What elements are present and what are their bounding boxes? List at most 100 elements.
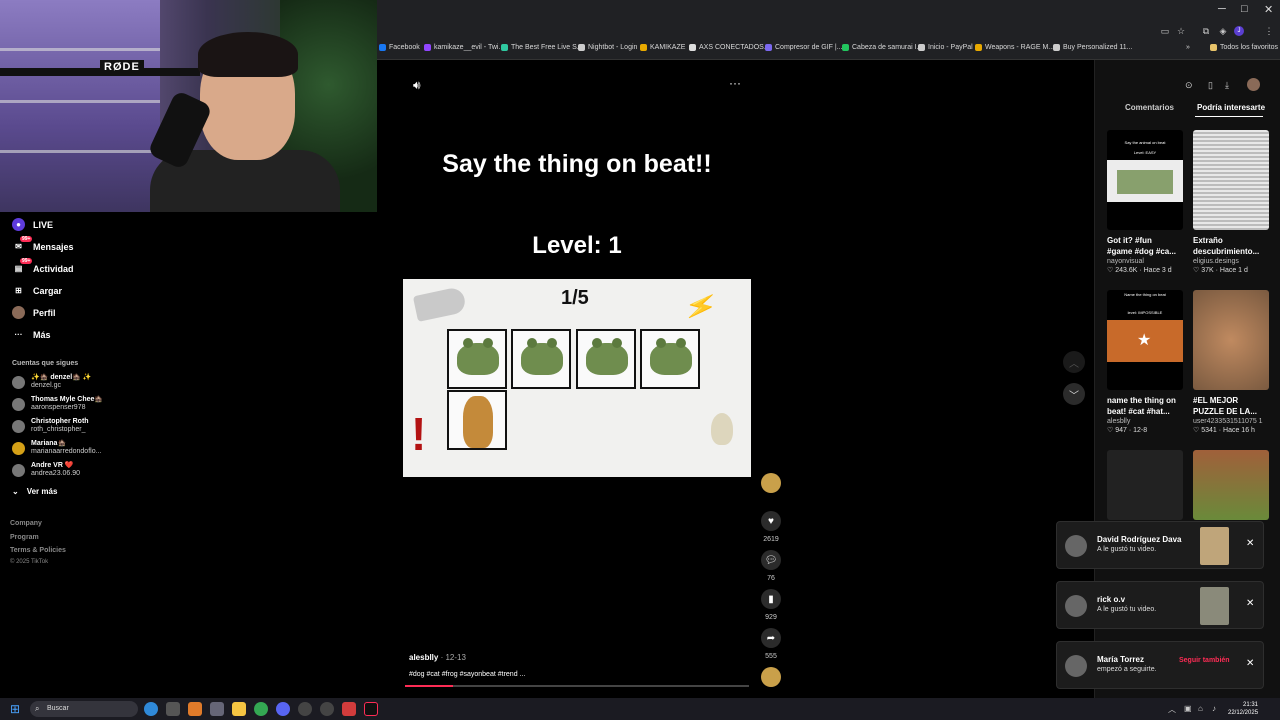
bookmark-item[interactable]: Buy Personalized 11... — [1053, 44, 1133, 51]
bookmark-star-icon[interactable]: ☆ — [1176, 26, 1186, 36]
bookmark-item[interactable]: Facebook — [379, 44, 420, 51]
follow-back-button[interactable]: Seguir también — [1179, 657, 1230, 664]
avatar[interactable] — [1247, 78, 1260, 91]
bookmark-item[interactable]: The Best Free Live S... — [501, 44, 583, 51]
tab-comments[interactable]: Comentarios — [1125, 103, 1174, 112]
more-bookmarks-icon[interactable]: » — [1186, 44, 1190, 51]
next-video-button[interactable]: ﹀ — [1063, 383, 1085, 405]
bookmark-item[interactable]: Weapons - RAGE M... — [975, 44, 1054, 51]
all-bookmarks-folder[interactable]: Todos los favoritos — [1210, 44, 1278, 51]
creator-avatar[interactable] — [761, 473, 781, 493]
recommended-video[interactable]: Say the animal on beat Level: EASY Got i… — [1107, 130, 1183, 274]
file-explorer-icon[interactable] — [232, 702, 246, 716]
device-icon[interactable]: ▯ — [1208, 80, 1213, 91]
windows-start-icon[interactable]: ⊞ — [10, 702, 20, 716]
app-icon[interactable] — [320, 702, 334, 716]
video-player[interactable]: 🔊︎ ··· Say the thing on beat!! Level: 1 … — [377, 60, 1094, 698]
footer-company[interactable]: Company — [10, 520, 42, 527]
previous-video-button[interactable]: ︿ — [1063, 351, 1085, 373]
like-button[interactable]: ♥ 2619 — [761, 511, 781, 543]
search-icon: ⌕ — [35, 704, 40, 713]
game-cell-frog — [447, 329, 507, 389]
taskbar-clock[interactable]: 21:31 22/12/2025 — [1228, 701, 1258, 717]
nav-profile[interactable]: Perfil — [12, 306, 56, 319]
left-sidebar: ● LIVE ✉ 99+ Mensajes ▤ 99+ Actividad ⊞ Ca… — [0, 212, 377, 698]
download-icon[interactable]: ⤓ — [1225, 80, 1229, 91]
windows-taskbar: ⊞ ⌕ Buscar ︿ ▣ ⌂ ♪ 21:31 22/12/2025 — [0, 698, 1280, 720]
maximize-button[interactable]: □ — [1241, 3, 1248, 15]
following-item[interactable]: ✨🏚️ denzel🏚️ ✨ denzel.gc — [12, 374, 92, 390]
close-icon[interactable]: ✕ — [1246, 598, 1254, 609]
vpn-icon[interactable]: ◈ — [1218, 26, 1228, 36]
bookmark-item[interactable]: Inicio - PayPal — [918, 44, 973, 51]
recommended-video[interactable]: Extraño descubrimiento... eligius.desings… — [1193, 130, 1269, 274]
avatar — [12, 419, 25, 433]
taskbar-search[interactable]: ⌕ Buscar — [30, 701, 138, 717]
bookmark-favicon-icon — [640, 44, 647, 51]
cast-icon[interactable]: ▭ — [1160, 26, 1170, 36]
video-author[interactable]: alesblly · 12-13 — [409, 653, 466, 662]
nav-upload[interactable]: ⊞ Cargar — [12, 284, 62, 297]
footer-program[interactable]: Program — [10, 534, 39, 541]
minimize-button[interactable]: ─ — [1218, 3, 1226, 15]
close-icon[interactable]: ✕ — [1246, 658, 1254, 669]
network-icon[interactable]: ⌂ — [1198, 704, 1203, 713]
app-icon[interactable] — [298, 702, 312, 716]
recommended-video[interactable]: Name the thing on beat level: IMPOSSIBLE… — [1107, 290, 1183, 434]
following-item[interactable]: Mariana🏚️ marianaarredondoflo... — [12, 440, 101, 456]
tray-icon[interactable]: ▣ — [1184, 704, 1192, 713]
nav-live[interactable]: ● LIVE — [12, 218, 53, 231]
nav-activity[interactable]: ▤ 99+ Actividad — [12, 258, 74, 275]
browser-menu-icon[interactable]: ⋮ — [1264, 26, 1274, 36]
avatar — [761, 473, 781, 493]
bookmark-favicon-icon — [578, 44, 585, 51]
volume-icon[interactable]: ♪ — [1212, 704, 1216, 713]
notification-toast[interactable]: David Rodríguez Dava A le gustó tu video… — [1056, 521, 1264, 569]
notification-toast[interactable]: rick o.v A le gustó tu video. ✕ — [1056, 581, 1264, 629]
notification-toast[interactable]: María Torrez empezó a seguirte. Seguir t… — [1056, 641, 1264, 689]
save-button[interactable]: ▮ 929 — [761, 589, 781, 621]
game-score: 1/5 — [561, 287, 589, 309]
share-button[interactable]: ➦ 555 — [761, 628, 781, 660]
recommended-video[interactable] — [1193, 450, 1269, 520]
chevron-up-icon[interactable]: ︿ — [1168, 704, 1176, 715]
footer-terms[interactable]: Terms & Policies — [10, 547, 66, 554]
app-icon[interactable] — [188, 702, 202, 716]
tab-recommended[interactable]: Podría interesarte — [1197, 103, 1265, 112]
close-icon[interactable]: ✕ — [1246, 538, 1254, 549]
bookmark-item[interactable]: Nightbot - Login — [578, 44, 637, 51]
more-options-icon[interactable]: ··· — [729, 76, 741, 90]
edge-icon[interactable] — [144, 702, 158, 716]
tiktok-icon[interactable] — [364, 702, 378, 716]
discord-icon[interactable] — [276, 702, 290, 716]
video-title-text: Say the thing on beat!! — [442, 150, 712, 178]
see-more-button[interactable]: ⌄ Ver más — [12, 487, 57, 496]
nav-messages[interactable]: ✉ 99+ Mensajes — [12, 236, 74, 253]
share-count: 555 — [765, 653, 777, 660]
bookmark-item[interactable]: AXS CONECTADOS... — [689, 44, 770, 51]
chrome-icon[interactable] — [254, 702, 268, 716]
comment-button[interactable]: 💬︎ 76 — [761, 550, 781, 582]
bookmark-item[interactable]: KAMIKAZE — [640, 44, 685, 51]
music-disc[interactable] — [761, 667, 781, 687]
app-icon[interactable] — [210, 702, 224, 716]
recommended-video[interactable]: #EL MEJOR PUZZLE DE LA... user42335315110… — [1193, 290, 1269, 434]
app-icon[interactable] — [342, 702, 356, 716]
recommended-video[interactable] — [1107, 450, 1183, 520]
compass-icon[interactable]: ⊙ — [1185, 80, 1193, 91]
bookmark-item[interactable]: kamikaze__evil - Twi... — [424, 44, 504, 51]
video-progress-bar[interactable] — [405, 685, 749, 687]
volume-icon[interactable]: 🔊︎ — [413, 78, 421, 93]
bookmark-item[interactable]: Compresor de GIF |... — [765, 44, 843, 51]
following-item[interactable]: Christopher Roth roth_christopher_ — [12, 418, 89, 434]
following-item[interactable]: Andre VR ❤️ andrea23.06.90 — [12, 462, 80, 478]
close-window-button[interactable]: ✕ — [1264, 3, 1273, 16]
extensions-icon[interactable]: ⧉ — [1201, 26, 1211, 36]
bookmark-item[interactable]: Cabeza de samurai I... — [842, 44, 922, 51]
following-item[interactable]: Thomas Myle Chee🏚️ aaronspenser978 — [12, 396, 103, 412]
profile-avatar[interactable]: J — [1234, 26, 1244, 36]
avatar — [1065, 535, 1087, 557]
video-tags[interactable]: #dog #cat #frog #sayonbeat #trend ... — [409, 671, 525, 678]
app-icon[interactable] — [166, 702, 180, 716]
nav-more[interactable]: ··· Más — [12, 328, 51, 341]
